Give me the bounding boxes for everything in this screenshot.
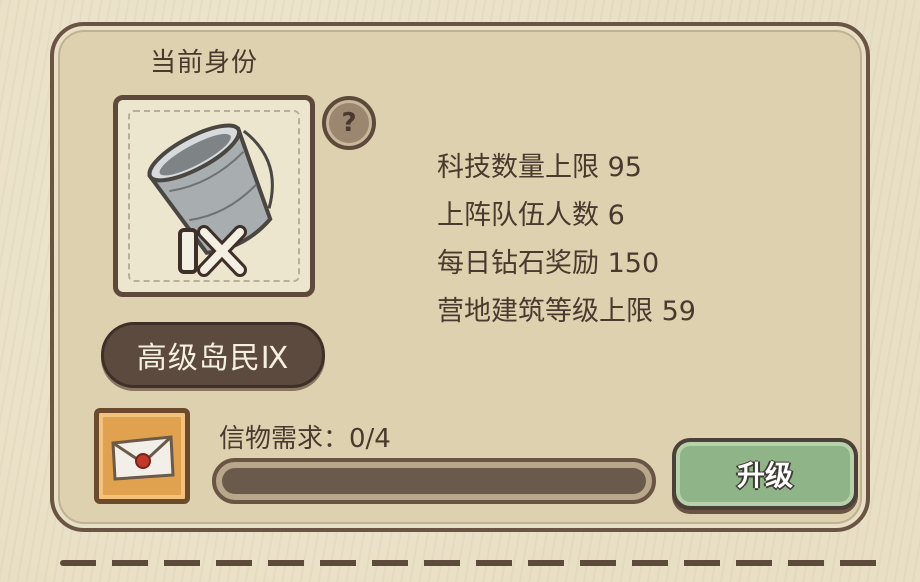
question-icon: ? [341,108,357,138]
help-button[interactable]: ? [322,96,376,150]
stat-daily-diamonds: 每日钻石奖励 150 [437,248,660,279]
stat-building-level-limit: 营地建筑等级上限 59 [437,296,696,327]
identity-stats: 科技数量上限 95 上阵队伍人数 6 每日钻石奖励 150 营地建筑等级上限 5… [437,144,696,336]
stat-team-size: 上阵队伍人数 6 [437,200,625,231]
sealed-letter-icon [111,435,175,481]
current-identity-label: 当前身份 [150,48,259,78]
tin-bucket-icon [147,123,274,277]
rank-name-badge: 高级岛民Ⅸ [101,322,325,388]
divider [60,560,880,566]
identity-portrait [113,95,315,297]
token-requirement-label: 信物需求：0/4 [219,424,391,454]
upgrade-button[interactable]: 升级 [672,438,858,510]
progress-track [222,468,646,494]
token-progress-bar [212,458,656,504]
game-screen: { "identity": { "label": "当前身份", "rank_n… [0,0,920,582]
stat-tech-limit: 科技数量上限 95 [437,152,642,183]
token-item-slot[interactable] [94,408,190,504]
